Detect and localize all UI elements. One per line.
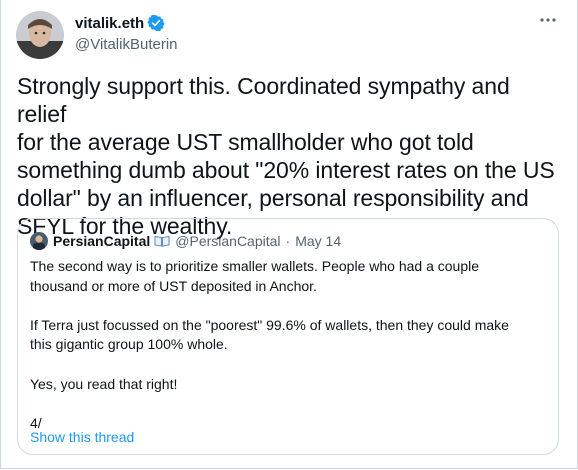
verified-badge-icon [147, 14, 165, 32]
quoted-author-handle: @PersianCapital [175, 233, 281, 249]
author-avatar[interactable] [16, 11, 64, 59]
meta-separator: · [285, 233, 291, 249]
author-handle[interactable]: @VitalikButerin [75, 36, 178, 53]
quoted-tweet-text: The second way is to prioritize smaller … [30, 258, 509, 431]
quoted-author-name: PersianCapital [53, 233, 151, 249]
open-book-icon [154, 235, 170, 247]
more-options-button[interactable] [536, 12, 560, 28]
quoted-author-avatar [30, 232, 48, 250]
quoted-tweet-header: PersianCapital @PersianCapital · May 14 [30, 232, 341, 250]
quoted-tweet[interactable]: PersianCapital @PersianCapital · May 14 … [17, 218, 559, 455]
author-name[interactable]: vitalik.eth [75, 15, 144, 32]
quoted-tweet-date: May 14 [295, 233, 342, 249]
author-info: vitalik.eth @VitalikButerin [75, 13, 178, 54]
show-thread-link[interactable]: Show this thread [30, 429, 134, 445]
more-horizontal-icon [540, 18, 556, 22]
tweet-text: Strongly support this. Coordinated sympa… [17, 73, 555, 239]
